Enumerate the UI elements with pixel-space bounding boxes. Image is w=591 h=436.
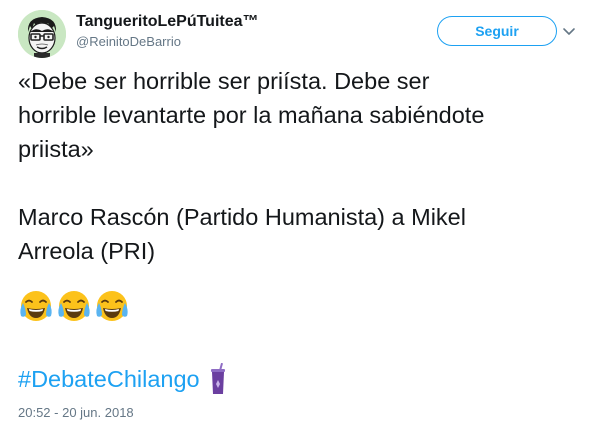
face-with-tears-of-joy-icon <box>20 291 52 321</box>
tweet-text-line: Arreola (PRI) <box>18 238 156 264</box>
hashtag-line: #DebateChilango <box>18 363 228 395</box>
display-name[interactable]: TangueritoLePúTuitea™ <box>76 13 259 31</box>
tweet-text: «Debe ser horrible ser priísta. Debe ser… <box>18 64 578 268</box>
user-handle[interactable]: @ReinitoDeBarrio <box>76 34 181 49</box>
follow-button[interactable]: Seguir <box>437 16 557 46</box>
face-with-tears-of-joy-icon <box>96 291 128 321</box>
tweet-text-line: «Debe ser horrible ser priísta. Debe ser <box>18 68 430 94</box>
face-with-tears-of-joy-icon <box>58 291 90 321</box>
emoji-row <box>18 288 130 324</box>
tweet-timestamp[interactable]: 20:52 - 20 jun. 2018 <box>18 405 134 420</box>
tweet-card: TangueritoLePúTuitea™ @ReinitoDeBarrio S… <box>0 0 591 436</box>
chevron-down-icon[interactable] <box>562 24 576 38</box>
tweet-text-line: priista» <box>18 136 94 162</box>
cartoon-face-glasses-avatar-icon <box>18 10 66 58</box>
avatar[interactable] <box>18 10 66 58</box>
purple-cup-icon <box>210 363 225 394</box>
hashtag-link[interactable]: #DebateChilango <box>18 366 200 393</box>
tweet-text-line: horrible levantarte por la mañana sabién… <box>18 102 485 128</box>
tweet-text-line: Marco Rascón (Partido Humanista) a Mikel <box>18 204 466 230</box>
